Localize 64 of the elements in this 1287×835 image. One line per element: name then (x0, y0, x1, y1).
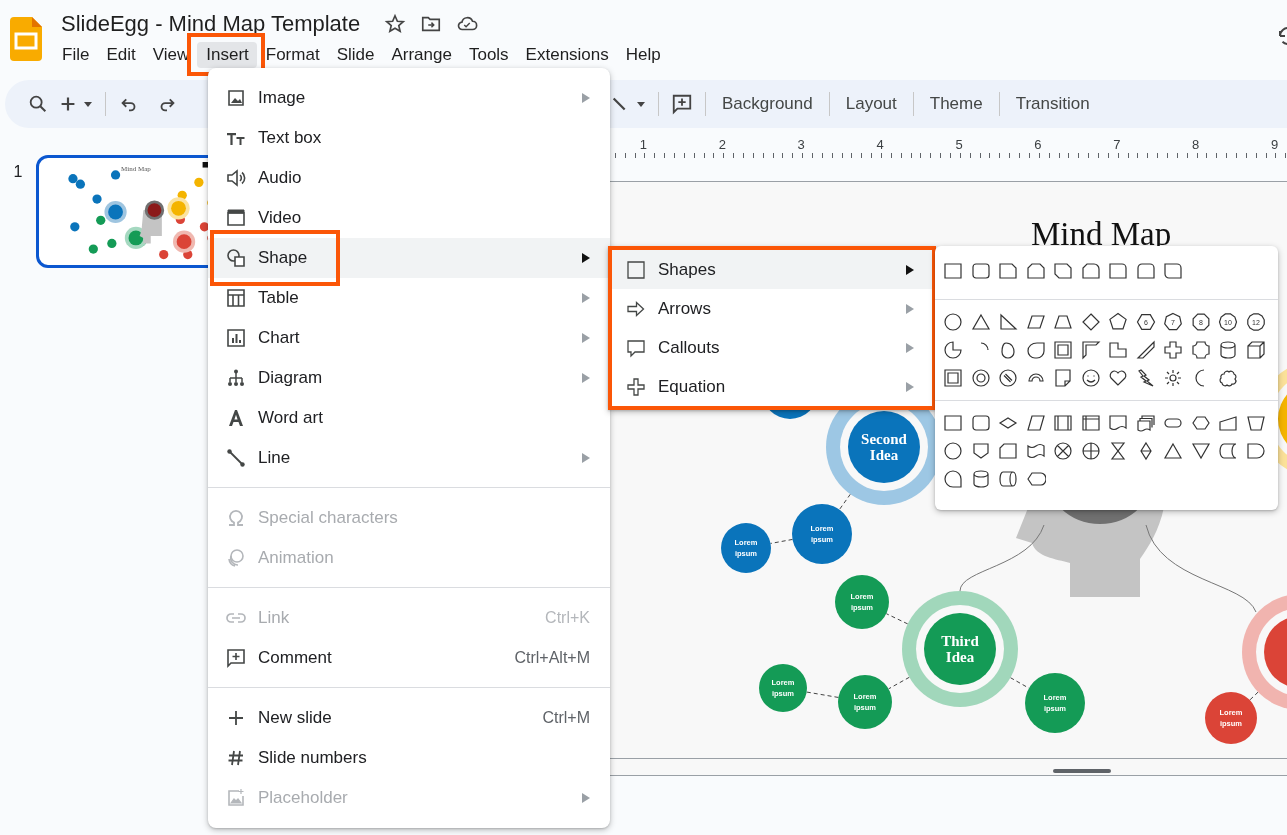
menu-item[interactable]: Diagram (208, 358, 610, 398)
menu-item[interactable]: Arrows (612, 289, 932, 328)
ruler-number: 4 (875, 137, 885, 152)
toolbar-button[interactable]: Theme (925, 90, 987, 118)
shortcut-text: Ctrl+M (542, 709, 590, 727)
menu-item[interactable]: Tools (459, 42, 517, 68)
menu-item[interactable]: Table (208, 278, 610, 318)
menu-item-label: Diagram (258, 368, 324, 388)
menu-item-label: Line (258, 448, 292, 468)
menu-item-label: Table (258, 288, 300, 308)
menu-item[interactable]: Image (208, 78, 610, 118)
ruler-number: 6 (1033, 137, 1043, 152)
ruler-number: 7 (1112, 137, 1122, 152)
menu-item-label: Special characters (258, 508, 399, 528)
menu-item-label: Link (258, 608, 291, 628)
menu-item[interactable]: Shape (208, 238, 610, 278)
ruler-number: 3 (796, 137, 806, 152)
menu-item[interactable]: Slide numbers (208, 738, 610, 778)
menu-item[interactable]: Help (616, 42, 669, 68)
menu-item[interactable]: Arrange (382, 42, 460, 68)
toolbar-button[interactable]: Background (718, 90, 817, 118)
shortcut-text: Ctrl+K (545, 609, 590, 627)
menu-item-label: Comment (258, 648, 333, 668)
menu-item[interactable]: Line (208, 438, 610, 478)
toolbar-button[interactable]: Layout (841, 90, 901, 118)
menu-item-label: Audio (258, 168, 303, 188)
menu-item-label: Word art (258, 408, 324, 428)
ruler-number: 5 (954, 137, 964, 152)
menu-item-label: Chart (258, 328, 301, 348)
menu-item[interactable]: Comment Ctrl+Alt+M (208, 638, 610, 678)
menu-item[interactable]: Extensions (516, 42, 617, 68)
menu-item-label: Video (258, 208, 303, 228)
slide-number: 1 (12, 163, 24, 182)
menu-item[interactable]: Format (256, 42, 328, 68)
menu-item-label: Text box (258, 128, 323, 148)
menu-item[interactable]: Chart (208, 318, 610, 358)
document-title: SlideEgg - Mind Map Template (61, 11, 361, 37)
menu-item-label: Image (258, 88, 307, 108)
node-label: Second Idea (860, 431, 908, 463)
menu-item[interactable]: Insert (197, 42, 257, 68)
shortcut-text: Ctrl+Alt+M (514, 649, 590, 667)
menu-item[interactable]: Slide (327, 42, 383, 68)
ruler-number: 9 (1269, 137, 1280, 152)
menu-item-label: Callouts (658, 337, 721, 358)
menu-item-label: Animation (258, 548, 335, 568)
menu-item-label: Shapes (658, 259, 717, 280)
menu-item[interactable]: Text box (208, 118, 610, 158)
menu-item[interactable]: Word art (208, 398, 610, 438)
menu-item[interactable]: Edit (97, 42, 144, 68)
menu-item-label: Arrows (658, 298, 712, 319)
menu-item[interactable]: New slide Ctrl+M (208, 698, 610, 738)
node-label: Third Idea (940, 633, 980, 665)
menu-item-label: Shape (258, 248, 309, 268)
menu-item-label: New slide (258, 708, 333, 728)
menu-item[interactable]: Shapes (612, 250, 932, 289)
ruler-number: 1 (638, 137, 649, 152)
ruler-number: 2 (717, 137, 727, 152)
menu-item-label: Slide numbers (258, 748, 368, 768)
menu-item-label: Equation (658, 376, 727, 397)
toolbar-button[interactable]: Transition (1011, 90, 1094, 118)
menu-item[interactable]: Callouts (612, 328, 932, 367)
menu-item-label: Placeholder (258, 788, 349, 808)
menu-item[interactable]: File (53, 42, 98, 68)
ruler-number: 8 (1191, 137, 1201, 152)
